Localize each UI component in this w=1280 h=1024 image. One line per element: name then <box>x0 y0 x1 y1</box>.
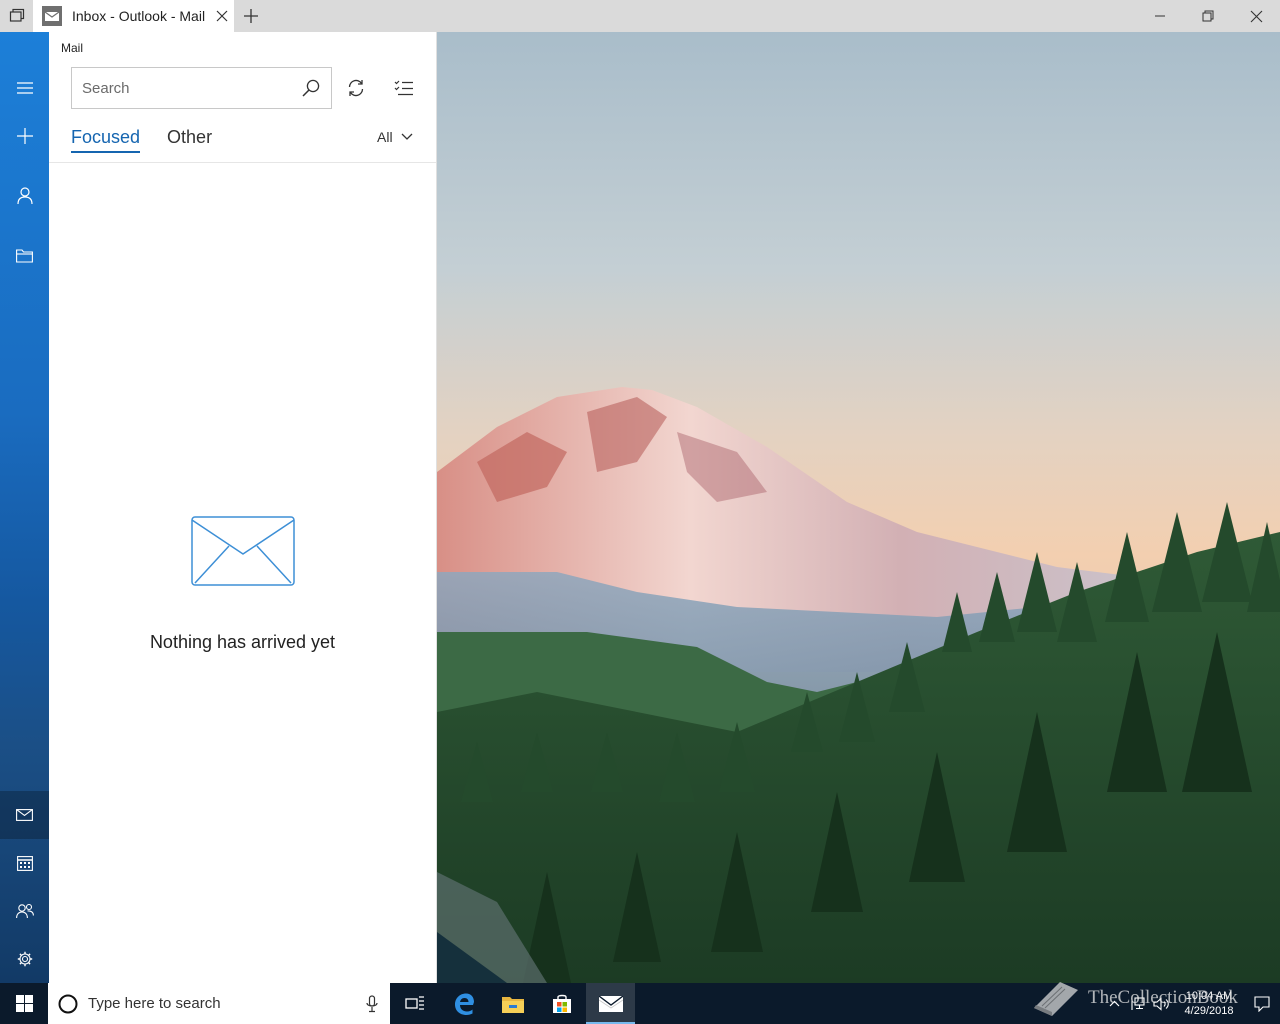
pane-title: Mail <box>61 41 84 55</box>
plus-icon <box>16 128 33 144</box>
hamburger-icon <box>16 82 33 94</box>
mail-switch-button[interactable] <box>0 791 49 839</box>
edge-taskbar-button[interactable] <box>439 983 488 1024</box>
microphone-icon <box>366 994 378 1012</box>
tab-overview-button[interactable] <box>0 0 33 32</box>
microphone-button[interactable] <box>354 994 390 1013</box>
search-box[interactable] <box>71 67 332 109</box>
filter-label: All <box>377 129 393 145</box>
store-icon <box>552 994 571 1013</box>
edge-icon <box>454 993 474 1015</box>
notification-icon <box>1254 995 1270 1012</box>
message-list-pane: Mail Focused Other All Nothing has arriv… <box>49 32 437 983</box>
sync-icon <box>348 79 364 97</box>
watermark-text: TheCollectionBook <box>1088 987 1238 1008</box>
task-view-button[interactable] <box>390 983 439 1024</box>
watermark: TheCollectionBook <box>1030 978 1238 1018</box>
search-icon <box>302 79 320 97</box>
window-title: Inbox - Outlook - Mail <box>72 8 206 24</box>
chevron-down-icon <box>401 133 413 140</box>
checklist-icon <box>394 80 413 96</box>
title-bar: Inbox - Outlook - Mail <box>0 0 1280 32</box>
search-input[interactable] <box>82 79 291 97</box>
search-button[interactable] <box>291 68 331 108</box>
tabs-overview-icon <box>9 8 24 22</box>
file-explorer-taskbar-button[interactable] <box>488 983 537 1024</box>
start-button[interactable] <box>0 983 48 1024</box>
close-button[interactable] <box>1232 0 1280 32</box>
person-icon <box>16 187 33 205</box>
close-tab-button[interactable] <box>210 4 234 28</box>
minimize-button[interactable] <box>1136 0 1184 32</box>
close-icon <box>1250 10 1262 22</box>
folder-icon <box>501 996 524 1013</box>
mail-app-icon <box>42 6 62 26</box>
folders-button[interactable] <box>0 232 49 280</box>
mountain-landscape-image <box>437 32 1280 983</box>
new-mail-button[interactable] <box>0 112 49 160</box>
taskbar-search-placeholder: Type here to search <box>88 995 221 1012</box>
folder-icon <box>16 249 33 263</box>
empty-message: Nothing has arrived yet <box>149 632 336 652</box>
window-tab[interactable]: Inbox - Outlook - Mail <box>33 0 234 32</box>
envelope-icon <box>190 516 295 586</box>
people-icon <box>15 903 34 919</box>
settings-button[interactable] <box>0 935 49 983</box>
close-icon <box>216 10 228 22</box>
action-center-button[interactable] <box>1244 995 1280 1012</box>
plus-icon <box>244 9 258 23</box>
filter-dropdown[interactable]: All <box>377 129 413 145</box>
menu-button[interactable] <box>0 64 49 112</box>
selection-mode-button[interactable] <box>384 68 424 108</box>
nav-rail <box>0 32 49 983</box>
mail-taskbar-button[interactable] <box>586 983 635 1024</box>
empty-state: Nothing has arrived yet <box>49 516 436 653</box>
tab-other[interactable]: Other <box>167 127 212 153</box>
taskbar-search[interactable]: Type here to search <box>48 983 390 1024</box>
mail-icon <box>16 809 33 821</box>
task-view-icon <box>404 995 424 1010</box>
restore-button[interactable] <box>1184 0 1232 32</box>
new-tab-button[interactable] <box>234 0 268 32</box>
restore-icon <box>1202 10 1214 22</box>
sync-button[interactable] <box>336 68 376 108</box>
people-switch-button[interactable] <box>0 887 49 935</box>
tab-focused[interactable]: Focused <box>71 127 141 153</box>
calendar-icon <box>16 856 33 871</box>
windows-logo-icon <box>15 995 33 1012</box>
accounts-button[interactable] <box>0 172 49 220</box>
cortana-icon <box>58 994 78 1013</box>
mail-app-icon <box>598 995 623 1012</box>
book-logo-icon <box>1034 982 1078 1016</box>
calendar-switch-button[interactable] <box>0 839 49 887</box>
gear-icon <box>17 951 32 967</box>
divider <box>49 162 436 163</box>
reading-pane-background <box>437 32 1280 983</box>
inbox-tabs: Focused Other <box>71 127 212 153</box>
minimize-icon <box>1155 15 1165 17</box>
store-taskbar-button[interactable] <box>537 983 586 1024</box>
